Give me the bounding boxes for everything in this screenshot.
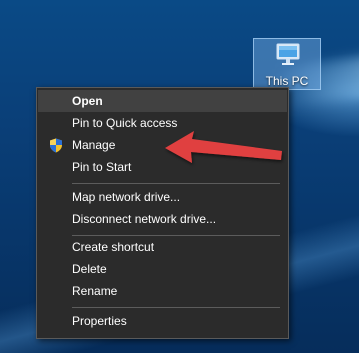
menu-separator <box>72 307 280 308</box>
this-pc-desktop-icon[interactable]: This PC <box>253 38 321 90</box>
menu-item-delete[interactable]: Delete <box>38 258 287 280</box>
menu-item-map-network-drive[interactable]: Map network drive... <box>38 186 287 208</box>
desktop: This PC Open Pin to Quick access Manage … <box>0 0 359 353</box>
menu-item-disconnect-network-drive[interactable]: Disconnect network drive... <box>38 208 287 230</box>
uac-shield-icon <box>50 138 62 153</box>
menu-item-manage[interactable]: Manage <box>38 134 287 156</box>
menu-item-pin-start[interactable]: Pin to Start <box>38 156 287 178</box>
menu-item-create-shortcut[interactable]: Create shortcut <box>38 236 287 258</box>
menu-item-properties[interactable]: Properties <box>38 310 287 332</box>
menu-item-pin-quick-access[interactable]: Pin to Quick access <box>38 112 287 134</box>
menu-item-rename[interactable]: Rename <box>38 280 287 302</box>
this-pc-label: This PC <box>265 74 309 88</box>
menu-separator <box>72 183 280 184</box>
monitor-icon <box>276 43 300 65</box>
context-menu: Open Pin to Quick access Manage Pin to S… <box>36 87 289 339</box>
menu-item-manage-label: Manage <box>72 138 116 152</box>
menu-item-open[interactable]: Open <box>38 90 287 112</box>
